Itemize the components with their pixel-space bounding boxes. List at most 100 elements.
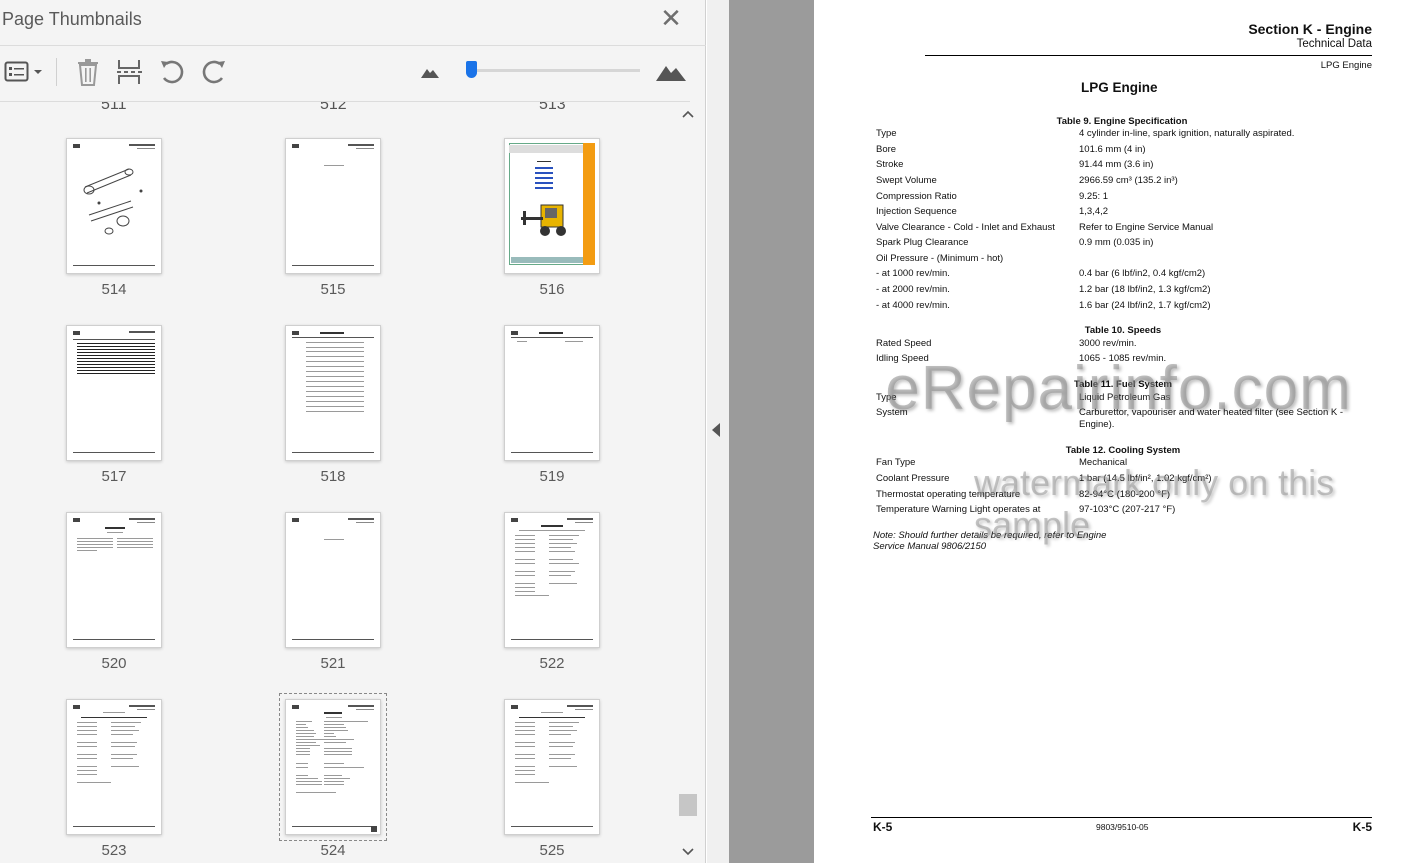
spec-value: 2966.59 cm³ (135.2 in³) [1079,175,1178,186]
scrollbar-thumb[interactable] [679,794,697,816]
redo-button[interactable] [199,56,229,88]
extract-pages-button[interactable] [114,56,144,88]
watermark-text: watermark only on this sample [974,462,1335,545]
spec-label: Rated Speed [876,338,932,349]
spec-value: 1.6 bar (24 lbf/in2, 1.7 kgf/cm2) [1079,300,1211,311]
page-title: LPG Engine [1081,80,1158,95]
header-topic: LPG Engine [1320,60,1372,71]
extract-pages-icon [117,60,142,84]
thumbnail-label: 525 [539,842,565,859]
collapse-panel-arrow-icon[interactable] [712,423,720,437]
spec-value: 1,3,4,2 [1079,206,1109,217]
page-thumbnail-524[interactable] [279,693,387,841]
spec-value: Refer to Engine Service Manual [1079,222,1214,233]
parts-diagram-image [83,168,143,235]
divider [0,45,706,46]
spec-label: Swept Volume [876,175,937,186]
table-title: Table 9. Engine Specification [1056,116,1188,127]
page-thumbnail-525[interactable] [504,699,600,835]
page-thumbnail-523[interactable] [66,699,162,835]
table-title: Table 10. Speeds [1084,325,1162,336]
thumbnail-label: 522 [539,655,565,672]
spec-value: 0.4 bar (6 lbf/in2, 0.4 kgf/cm2) [1079,268,1206,279]
thumbnail-label: 517 [101,468,127,485]
footer-manual-number: 9803/9510-05 [1096,822,1149,832]
delete-pages-button[interactable] [74,56,102,88]
document-background [729,0,814,863]
spec-label: Injection Sequence [876,206,957,217]
spec-label: Fan Type [876,457,916,468]
page-thumbnail-518[interactable] [285,325,381,461]
footer-page-left: K-5 [873,820,893,834]
section-subheader: Technical Data [1296,38,1372,50]
scroll-up-arrow-icon[interactable] [681,109,695,121]
spec-value: 91.44 mm (3.6 in) [1079,159,1154,170]
spec-value: 0.9 mm (0.035 in) [1079,237,1154,248]
spec-value: 101.6 mm (4 in) [1079,144,1146,155]
header-rule [925,55,1372,56]
spec-label: Spark Plug Clearance [876,237,969,248]
thumbnail-label: 518 [320,468,346,485]
thumbnail-options-button[interactable] [3,56,45,88]
thumbnail-label: 511 [101,102,127,113]
document-page: Section K - Engine Technical Data LPG En… [814,0,1423,863]
spec-value: 1.2 bar (18 lbf/in2, 1.3 kgf/cm2) [1079,284,1211,295]
panel-title: Page Thumbnails [2,9,142,29]
thumbnail-label: 516 [539,281,565,298]
thumbnail-label: 512 [320,102,347,113]
thumbnail-scrollbar[interactable] [678,102,698,863]
footer-page-right: K-5 [1352,820,1372,834]
close-panel-button[interactable]: ✕ [658,4,684,32]
zoom-in-button[interactable] [654,56,688,88]
spec-label: Oil Pressure - (Minimum - hot) [876,253,1004,264]
thumbnail-label: 520 [101,655,127,672]
spec-label: - at 4000 rev/min. [876,300,950,311]
note-text: Service Manual 9806/2150 [873,541,987,552]
spec-value: 9.25: 1 [1079,191,1109,202]
spec-label: Valve Clearance - Cold - Inlet and Exhau… [876,222,1055,233]
undo-button[interactable] [157,56,187,88]
small-mountain-icon [421,69,439,78]
section-header: Section K - Engine [1248,21,1372,37]
page-thumbnail-519[interactable] [504,325,600,461]
trash-icon [78,59,98,86]
zoom-out-button[interactable] [418,56,442,88]
scroll-down-arrow-icon[interactable] [681,847,695,859]
spec-value: 4 cylinder in-line, spark ignition, natu… [1079,128,1295,139]
page-thumbnail-517[interactable] [66,325,162,461]
spec-label: Compression Ratio [876,191,957,202]
rotate-ccw-icon [161,60,184,84]
page-thumbnail-521[interactable] [285,512,381,648]
thumbnail-grid: 511 512 513 514 515 516 517 518 519 520 … [0,102,678,863]
spec-value: 3000 rev/min. [1079,338,1137,349]
page-thumbnail-520[interactable] [66,512,162,648]
rotate-cw-icon [202,60,225,84]
spec-label: Bore [876,144,897,155]
footer-rule [871,817,1372,818]
page-thumbnail-522[interactable] [504,512,600,648]
page-thumbnail-516[interactable] [504,138,600,274]
spec-label: Type [876,128,897,139]
page-thumbnail-515[interactable] [285,138,381,274]
thumbnail-label: 514 [101,281,127,298]
spec-label: Coolant Pressure [876,473,950,484]
page-thumbnails-panel: Page Thumbnails ✕ 511 512 513 514 515 51… [0,0,706,863]
thumbnail-label: 523 [101,842,127,859]
thumbnail-label: 519 [539,468,565,485]
thumbnail-label: 515 [320,281,346,298]
spec-label: - at 2000 rev/min. [876,284,950,295]
thumbnail-label: 513 [539,102,566,113]
thumbnail-label: 521 [320,655,346,672]
large-mountain-icon [656,66,686,81]
machine-image [521,204,566,236]
thumbnail-label: 524 [320,842,346,859]
watermark-text: eRepairinfo.com [885,354,1352,423]
list-options-icon [4,61,42,82]
table-title: Table 12. Cooling System [1065,445,1181,456]
spec-label: Stroke [876,159,904,170]
toolbar-separator [56,58,57,86]
spec-label: - at 1000 rev/min. [876,268,950,279]
zoom-slider-thumb[interactable] [466,61,477,78]
zoom-slider-track[interactable] [470,69,640,72]
page-thumbnail-514[interactable] [66,138,162,274]
